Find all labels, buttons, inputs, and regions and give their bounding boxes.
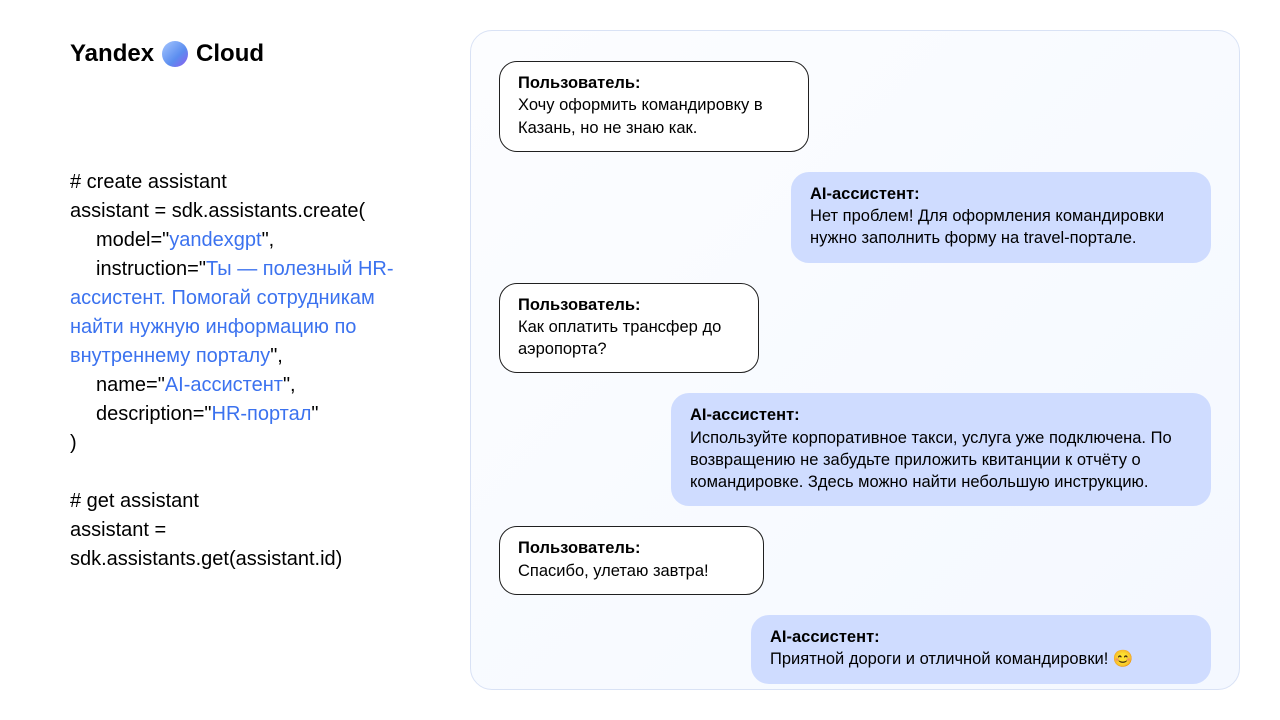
code-l5a: description=" xyxy=(96,403,212,425)
user-label: Пользователь: xyxy=(518,294,740,316)
ai-label: AI-ассистент: xyxy=(770,626,1192,648)
brand-logo: Yandex Cloud xyxy=(70,40,430,68)
code-l4b: AI-ассистент xyxy=(165,374,283,396)
ai-msg-2: AI-ассистент: Используйте корпоративное … xyxy=(671,393,1211,506)
ai-label: AI-ассистент: xyxy=(690,404,1192,426)
brand-word-2: Cloud xyxy=(196,40,264,68)
code-comment-2: # get assistant xyxy=(70,490,199,512)
code-l4a: name=" xyxy=(96,374,165,396)
code-l4c: ", xyxy=(283,374,296,396)
user-body-2: Как оплатить трансфер до аэропорта? xyxy=(518,316,740,361)
ai-msg-3: AI-ассистент: Приятной дороги и отличной… xyxy=(751,615,1211,684)
code-l3a: instruction=" xyxy=(96,258,206,280)
code-l2c: ", xyxy=(262,229,275,251)
code-l2a: model=" xyxy=(96,229,169,251)
code-l3c: ", xyxy=(270,345,283,367)
ai-body-1: Нет проблем! Для оформления командировки… xyxy=(810,205,1192,250)
user-msg-1: Пользователь: Хочу оформить командировку… xyxy=(499,61,809,152)
code-comment-1: # create assistant xyxy=(70,171,227,193)
code-l2b: yandexgpt xyxy=(169,229,261,251)
code-line-1: assistant = sdk.assistants.create( xyxy=(70,200,365,222)
code-block: # create assistant assistant = sdk.assis… xyxy=(70,168,430,574)
user-body-3: Спасибо, улетаю завтра! xyxy=(518,560,745,582)
code-l5b: HR-портал xyxy=(212,403,312,425)
cloud-icon xyxy=(162,41,188,67)
user-msg-2: Пользователь: Как оплатить трансфер до а… xyxy=(499,283,759,374)
user-label: Пользователь: xyxy=(518,537,745,559)
code-l5c: " xyxy=(311,403,318,425)
user-label: Пользователь: xyxy=(518,72,790,94)
ai-body-2: Используйте корпоративное такси, услуга … xyxy=(690,427,1192,494)
ai-label: AI-ассистент: xyxy=(810,183,1192,205)
left-panel: Yandex Cloud # create assistant assistan… xyxy=(0,0,460,720)
user-msg-3: Пользователь: Спасибо, улетаю завтра! xyxy=(499,526,764,595)
code-l6: ) xyxy=(70,432,77,454)
code-l7: assistant = xyxy=(70,519,166,541)
ai-body-3: Приятной дороги и отличной командировки!… xyxy=(770,648,1192,670)
brand-word-1: Yandex xyxy=(70,40,154,68)
user-body-1: Хочу оформить командировку в Казань, но … xyxy=(518,94,790,139)
ai-msg-1: AI-ассистент: Нет проблем! Для оформлени… xyxy=(791,172,1211,263)
code-l8: sdk.assistants.get(assistant.id) xyxy=(70,548,342,570)
right-panel: Пользователь: Хочу оформить командировку… xyxy=(460,0,1280,720)
chat-window: Пользователь: Хочу оформить командировку… xyxy=(470,30,1240,690)
